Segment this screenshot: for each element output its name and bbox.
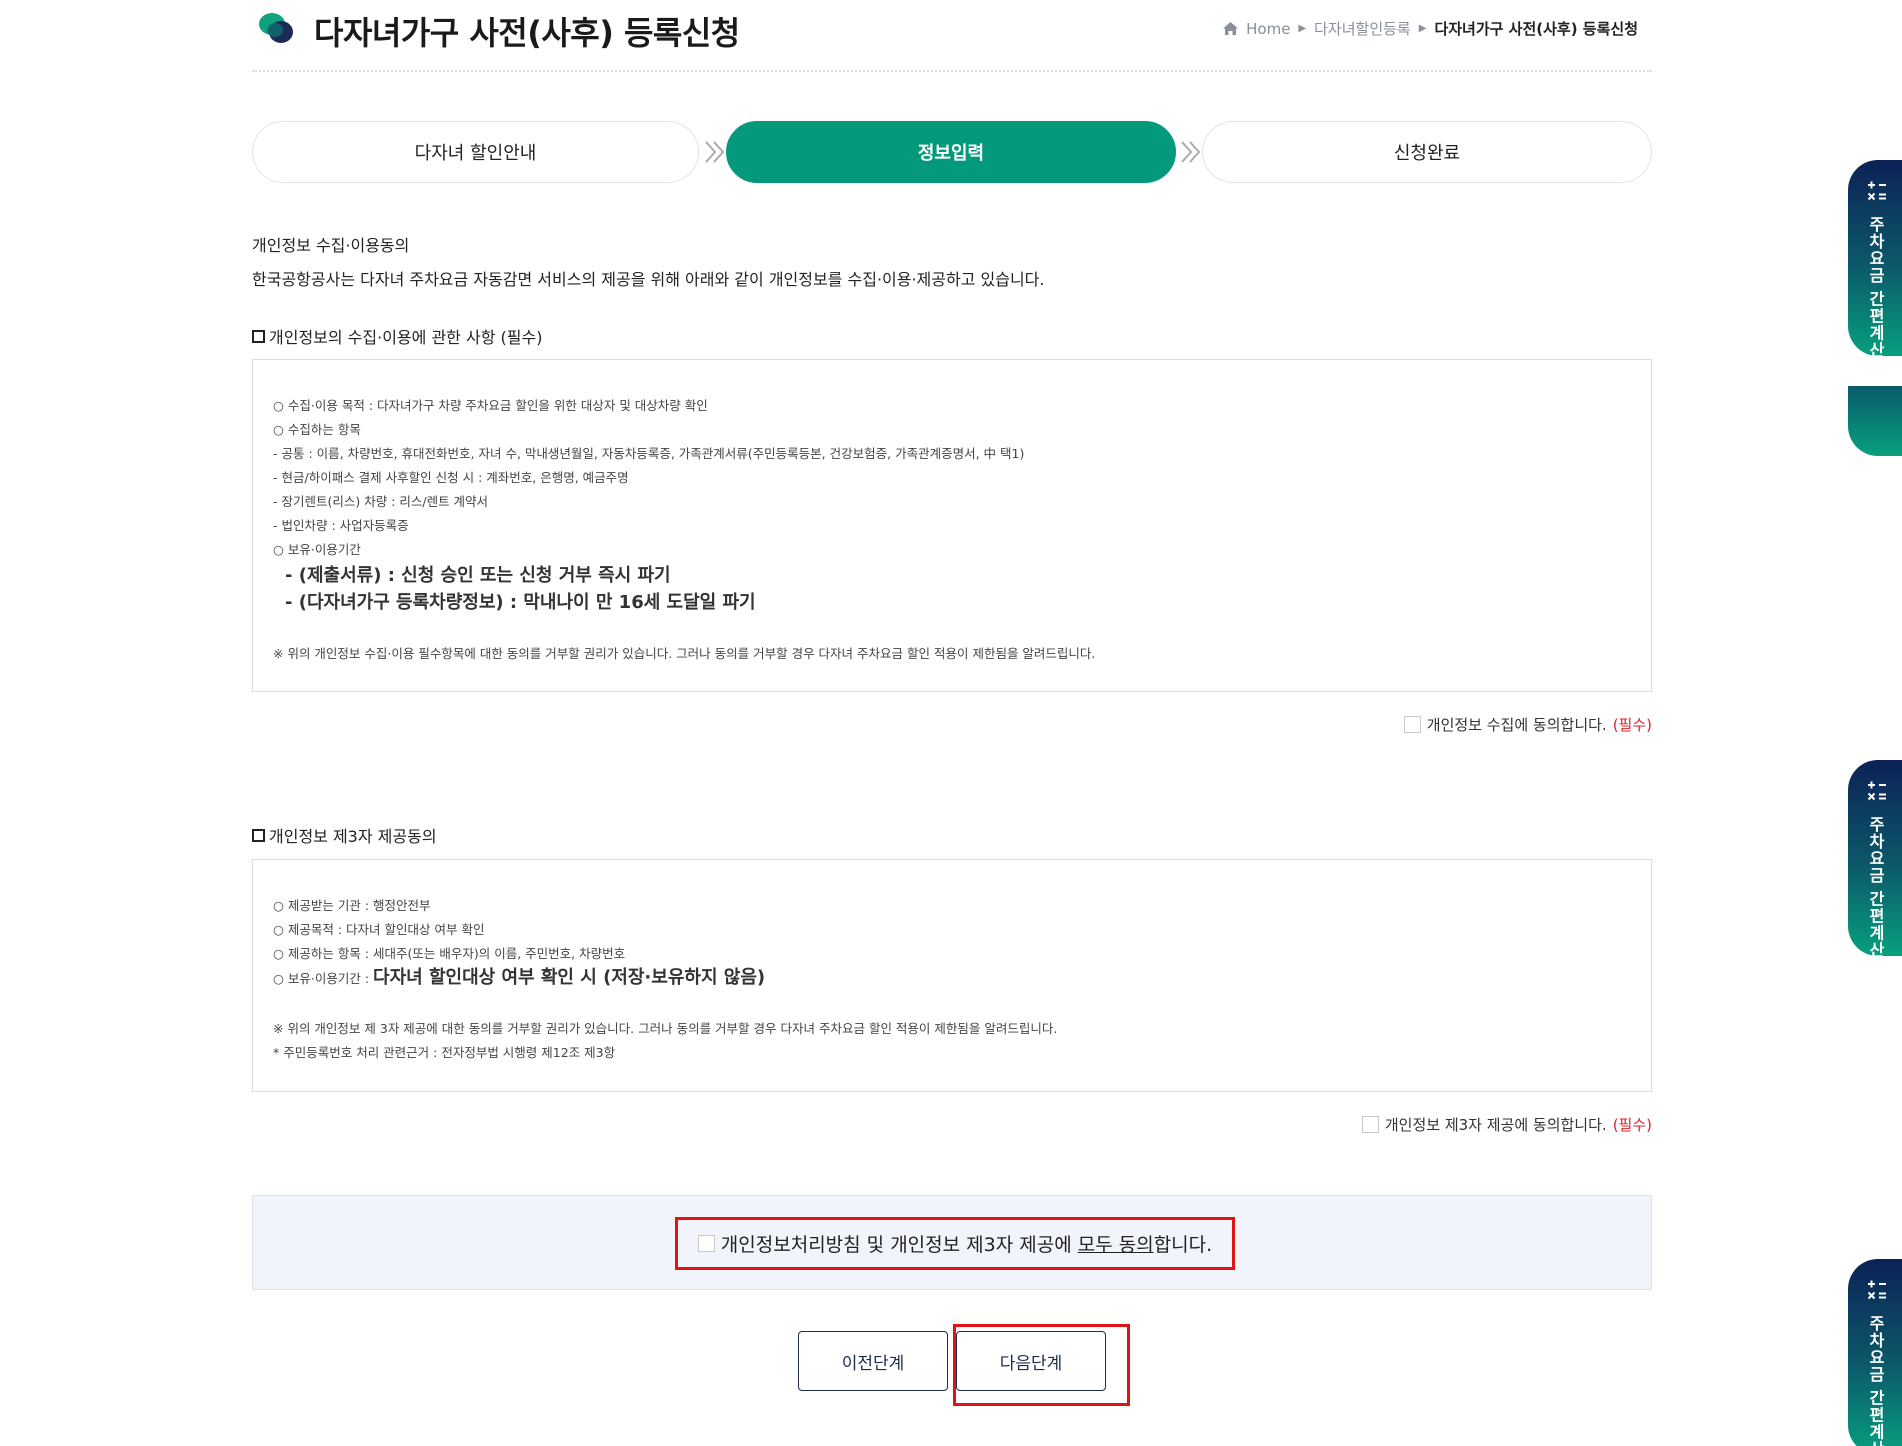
- parking-fee-calculator-tab[interactable]: 주차요금 간편계산: [1848, 1259, 1902, 1446]
- collection-terms-box: ○ 수집·이용 목적 : 다자녀가구 차량 주차요금 할인을 위한 대상자 및 …: [252, 359, 1652, 692]
- terms-line: - 장기렌트(리스) 차량 : 리스/렌트 계약서: [273, 494, 489, 509]
- required-badge: (필수): [1612, 716, 1652, 734]
- terms-note-legal: * 주민등록번호 처리 관련근거 : 전자정부법 시행령 제12조 제3항: [273, 1045, 616, 1060]
- terms-line: ○ 수집하는 항목: [273, 422, 361, 437]
- terms-note: ※ 위의 개인정보 수집·이용 필수항목에 대한 동의를 거부할 권리가 있습니…: [273, 646, 1096, 661]
- retention-line: ○ 보유·이용기간 : 다자녀 할인대상 여부 확인 시 (저장·보유하지 않음…: [273, 966, 1631, 991]
- third-party-agree-checkbox[interactable]: [1361, 1116, 1379, 1133]
- retention-bold-line: - (다자녀가구 등록차량정보) : 막내나이 만 16세 도달일 파기: [285, 592, 756, 613]
- third-party-heading: 개인정보 제3자 제공동의: [252, 823, 437, 847]
- calculator-icon: [1867, 781, 1886, 801]
- all-agree-label[interactable]: 개인정보처리방침 및 개인정보 제3자 제공에 모두 동의합니다.: [721, 1230, 1212, 1257]
- step-complete: 신청완료: [1202, 121, 1652, 183]
- all-agree-checkbox[interactable]: [697, 1235, 715, 1252]
- required-badge: (필수): [1612, 1116, 1652, 1134]
- page-header: 다자녀가구 사전(사후) 등록신청 Home ▶ 다자녀할인등록 ▶ 다자녀가구…: [252, 0, 1652, 72]
- terms-line: ○ 제공하는 항목 : 세대주(또는 배우자)의 이름, 주민번호, 차량번호: [273, 946, 626, 961]
- breadcrumb-home-link[interactable]: Home: [1246, 20, 1290, 38]
- collection-heading: 개인정보의 수집·이용에 관한 사항 (필수): [252, 324, 542, 348]
- third-party-heading-text: 개인정보 제3자 제공동의: [269, 827, 437, 846]
- terms-line: - 현금/하이패스 결제 사후할인 신청 시 : 계좌번호, 은행명, 예금주명: [273, 470, 629, 485]
- terms-note: ※ 위의 개인정보 제 3자 제공에 대한 동의를 거부할 권리가 있습니다. …: [273, 1021, 1058, 1036]
- prev-step-button[interactable]: 이전단계: [798, 1331, 948, 1391]
- logo-icon: [259, 13, 293, 43]
- collection-heading-text: 개인정보의 수집·이용에 관한 사항 (필수): [269, 328, 543, 347]
- breadcrumb-current: 다자녀가구 사전(사후) 등록신청: [1434, 20, 1638, 38]
- terms-line: ○ 보유·이용기간: [273, 542, 361, 557]
- terms-line: ○ 제공목적 : 다자녀 할인대상 여부 확인: [273, 922, 485, 937]
- collection-agree-label[interactable]: 개인정보 수집에 동의합니다.: [1427, 714, 1607, 735]
- retention-prefix: ○ 보유·이용기간 :: [273, 971, 370, 986]
- calculator-icon: [1867, 1280, 1886, 1300]
- retention-bold-line: - (제출서류) : 신청 승인 또는 신청 거부 즉시 파기: [285, 565, 671, 586]
- calculator-tab-label: 주차요금 간편계산: [1866, 816, 1885, 956]
- consent-section-title: 개인정보 수집·이용동의: [252, 236, 410, 255]
- double-chevron-icon: [705, 141, 725, 163]
- calculator-tab-label: 주차요금 간편계산: [1866, 216, 1885, 356]
- parking-fee-calculator-tab-partial[interactable]: [1848, 386, 1902, 456]
- third-party-agree-label[interactable]: 개인정보 제3자 제공에 동의합니다.: [1385, 1114, 1607, 1135]
- third-party-terms-box: ○ 제공받는 기관 : 행정안전부 ○ 제공목적 : 다자녀 할인대상 여부 확…: [252, 859, 1652, 1092]
- all-agree-panel: 개인정보처리방침 및 개인정보 제3자 제공에 모두 동의합니다.: [252, 1195, 1652, 1290]
- breadcrumb: Home ▶ 다자녀할인등록 ▶ 다자녀가구 사전(사후) 등록신청: [1223, 18, 1638, 39]
- parking-fee-calculator-tab[interactable]: 주차요금 간편계산: [1848, 760, 1902, 956]
- page: 다자녀가구 사전(사후) 등록신청 Home ▶ 다자녀할인등록 ▶ 다자녀가구…: [0, 0, 1902, 1446]
- step-discount-info: 다자녀 할인안내: [252, 121, 699, 183]
- terms-line: - 공통 : 이름, 차량번호, 휴대전화번호, 자녀 수, 막내생년월일, 자…: [273, 446, 1025, 461]
- calculator-icon: [1867, 181, 1886, 201]
- breadcrumb-separator-icon: ▶: [1298, 23, 1307, 34]
- square-bullet-icon: [252, 828, 265, 842]
- terms-line: ○ 제공받는 기관 : 행정안전부: [273, 898, 431, 913]
- next-step-button[interactable]: 다음단계: [956, 1331, 1106, 1391]
- consent-intro-text: 한국공항공사는 다자녀 주차요금 자동감면 서비스의 제공을 위해 아래와 같이…: [252, 270, 1045, 289]
- all-agree-highlight[interactable]: 개인정보처리방침 및 개인정보 제3자 제공에 모두 동의합니다.: [675, 1217, 1235, 1270]
- terms-line: - 법인차량 : 사업자등록증: [273, 518, 409, 533]
- breadcrumb-discount-link[interactable]: 다자녀할인등록: [1314, 18, 1411, 39]
- page-title: 다자녀가구 사전(사후) 등록신청: [314, 14, 740, 52]
- terms-line: ○ 수집·이용 목적 : 다자녀가구 차량 주차요금 할인을 위한 대상자 및 …: [273, 398, 708, 413]
- double-chevron-icon: [1181, 141, 1201, 163]
- retention-bold: 다자녀 할인대상 여부 확인 시 (저장·보유하지 않음): [373, 967, 766, 988]
- parking-fee-calculator-tab[interactable]: 주차요금 간편계산: [1848, 160, 1902, 356]
- home-icon: [1223, 22, 1239, 35]
- breadcrumb-separator-icon: ▶: [1418, 23, 1427, 34]
- calculator-tab-label: 주차요금 간편계산: [1866, 1315, 1885, 1446]
- collection-agree-row: 개인정보 수집에 동의합니다. (필수): [1403, 714, 1652, 735]
- third-party-agree-row: 개인정보 제3자 제공에 동의합니다. (필수): [1361, 1114, 1652, 1135]
- square-bullet-icon: [252, 329, 265, 343]
- collection-agree-checkbox[interactable]: [1403, 716, 1421, 733]
- step-info-input: 정보입력: [726, 121, 1176, 183]
- step-indicator: 다자녀 할인안내 정보입력 신청완료: [252, 121, 1652, 183]
